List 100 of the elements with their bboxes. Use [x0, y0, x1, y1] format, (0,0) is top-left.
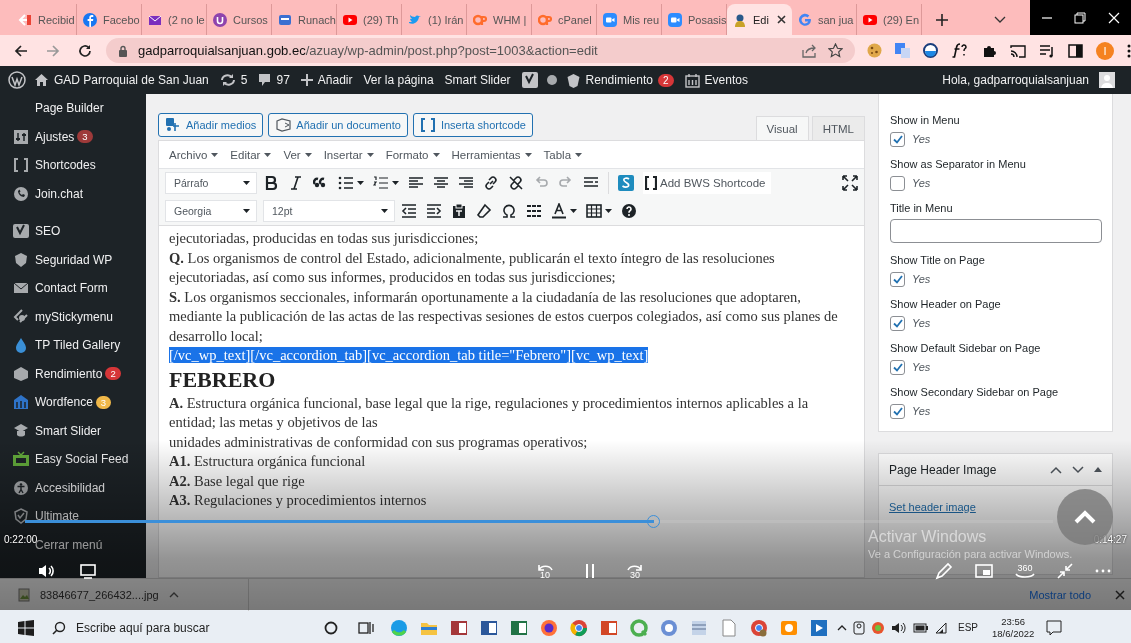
notification-icon[interactable] [1046, 619, 1063, 636]
menu-item[interactable]: Insertar [317, 148, 380, 161]
link-icon[interactable] [483, 175, 499, 191]
side-panel-icon[interactable] [1068, 43, 1083, 58]
sidebar-item[interactable]: Easy Social Feed [0, 445, 129, 474]
share-icon[interactable] [802, 43, 818, 58]
font-select[interactable]: Georgia [165, 200, 257, 222]
sidebar-item[interactable]: myStickymenu [0, 302, 114, 331]
text-color-icon[interactable] [551, 203, 567, 219]
sidebar-item[interactable]: Contact Form [0, 274, 108, 303]
checkbox[interactable] [890, 359, 905, 375]
view-page-link[interactable]: Ver la página [363, 73, 434, 87]
plugin-icon[interactable] [618, 175, 634, 191]
translate-icon[interactable] [895, 43, 910, 58]
unlink-icon[interactable] [508, 175, 524, 191]
triangle-up-icon[interactable] [1094, 467, 1102, 472]
eraser-icon[interactable] [476, 203, 492, 219]
battery-icon[interactable] [913, 622, 929, 633]
caret-icon[interactable] [570, 209, 577, 213]
align-left-icon[interactable] [408, 175, 424, 191]
back-icon[interactable] [14, 43, 28, 58]
set-image-link[interactable]: Set header image [889, 501, 976, 513]
sidebar-item[interactable]: Accesibilidad [0, 473, 106, 502]
checkbox[interactable] [890, 403, 905, 419]
cast-icon[interactable] [1010, 43, 1026, 58]
menu-item[interactable]: Editar [224, 148, 278, 161]
browser-icon[interactable] [540, 618, 558, 637]
menu-item[interactable]: Archivo [163, 148, 225, 161]
sidebar-item[interactable]: Rendimiento 2 [0, 359, 121, 388]
checkbox[interactable] [890, 315, 905, 331]
app-tile-icon[interactable] [480, 618, 498, 637]
app-circle-icon[interactable] [871, 620, 885, 635]
chevron-up-icon[interactable] [837, 624, 847, 631]
performance-link[interactable]: Rendimiento 2 [565, 72, 674, 88]
more-icon[interactable] [1127, 43, 1131, 58]
caret-icon[interactable] [357, 181, 364, 185]
play-tile-icon[interactable] [810, 618, 828, 637]
numbered-list-icon[interactable] [373, 175, 389, 191]
bold-icon[interactable] [263, 175, 279, 191]
chevron-down-icon[interactable] [994, 15, 1006, 24]
language-indicator[interactable]: ESP [958, 622, 978, 633]
horizontal-rule-icon[interactable] [526, 203, 542, 219]
volume-icon[interactable] [38, 563, 56, 579]
outdent-icon[interactable] [401, 203, 417, 219]
size-select[interactable]: 12pt [263, 200, 395, 222]
rewind-button[interactable]: 10 [536, 562, 554, 580]
restore-icon[interactable] [1074, 11, 1087, 24]
media-button[interactable]: Inserta shortcode [412, 113, 533, 137]
align-center-icon[interactable] [433, 175, 449, 191]
wordpress-icon[interactable] [8, 71, 26, 89]
wifi-icon[interactable] [935, 621, 949, 634]
cookie-icon[interactable] [867, 43, 882, 58]
clipboard-icon[interactable] [451, 203, 467, 219]
task-view-icon[interactable] [358, 620, 374, 635]
omega-icon[interactable] [501, 203, 517, 219]
new-tab-icon[interactable] [936, 13, 948, 26]
playlist-icon[interactable] [1039, 43, 1055, 58]
sidebar-item[interactable]: Seguridad WP [0, 245, 113, 274]
menu-item[interactable]: Formato [379, 148, 446, 161]
sidebar-item[interactable]: TP Tiled Gallery [0, 331, 121, 360]
browser-icon[interactable] [570, 618, 588, 637]
help-icon[interactable] [621, 203, 637, 219]
puzzle-icon[interactable] [982, 43, 997, 58]
pause-icon[interactable] [584, 563, 596, 579]
speaker-icon[interactable] [891, 620, 907, 635]
pen-icon[interactable] [935, 562, 953, 580]
editor-tab[interactable]: HTML [811, 116, 865, 140]
star-icon[interactable] [828, 43, 843, 58]
seo-icon[interactable] [521, 72, 538, 88]
checkbox[interactable] [890, 175, 905, 191]
windows-icon[interactable] [18, 619, 34, 636]
reload-icon[interactable] [78, 43, 92, 58]
checkbox[interactable] [890, 271, 905, 287]
new-link[interactable]: Añadir [300, 73, 353, 87]
chevron-up-icon[interactable] [1050, 465, 1062, 474]
app-tile-icon[interactable] [600, 618, 618, 637]
sidebar-item[interactable]: Ultimate [0, 502, 79, 531]
bullet-list-icon[interactable] [338, 175, 354, 191]
events-link[interactable]: Eventos [684, 72, 748, 88]
media-button[interactable]: Añadir un documento [268, 113, 408, 137]
checkbox[interactable] [890, 131, 905, 147]
media-button[interactable]: Añadir medios [158, 113, 264, 137]
editor-tab[interactable]: Visual [755, 116, 809, 140]
drive-icon[interactable] [853, 620, 865, 635]
comments-link[interactable]: 97 [258, 73, 290, 87]
sidebar-item[interactable]: Join.chat [0, 179, 84, 208]
sidebar-item[interactable]: Smart Slider [0, 416, 102, 445]
taskbar-search[interactable]: Escribe aquí para buscar [52, 610, 314, 643]
sidebar-item[interactable]: Wordfence 3 [0, 388, 112, 417]
table-icon[interactable] [586, 203, 602, 219]
align-right-icon[interactable] [458, 175, 474, 191]
format-select[interactable]: Párrafo [165, 172, 257, 194]
collapse-icon[interactable] [1057, 563, 1073, 579]
close-icon[interactable] [777, 15, 786, 24]
shortcode-button[interactable]: Add BWS Shortcode [643, 172, 772, 194]
app-tile-icon[interactable] [510, 618, 528, 637]
site-link[interactable]: GAD Parroquial de San Juan [34, 73, 209, 87]
app-circle-icon[interactable] [660, 618, 678, 637]
fullscreen-icon[interactable] [842, 175, 858, 191]
indent-icon[interactable] [426, 203, 442, 219]
